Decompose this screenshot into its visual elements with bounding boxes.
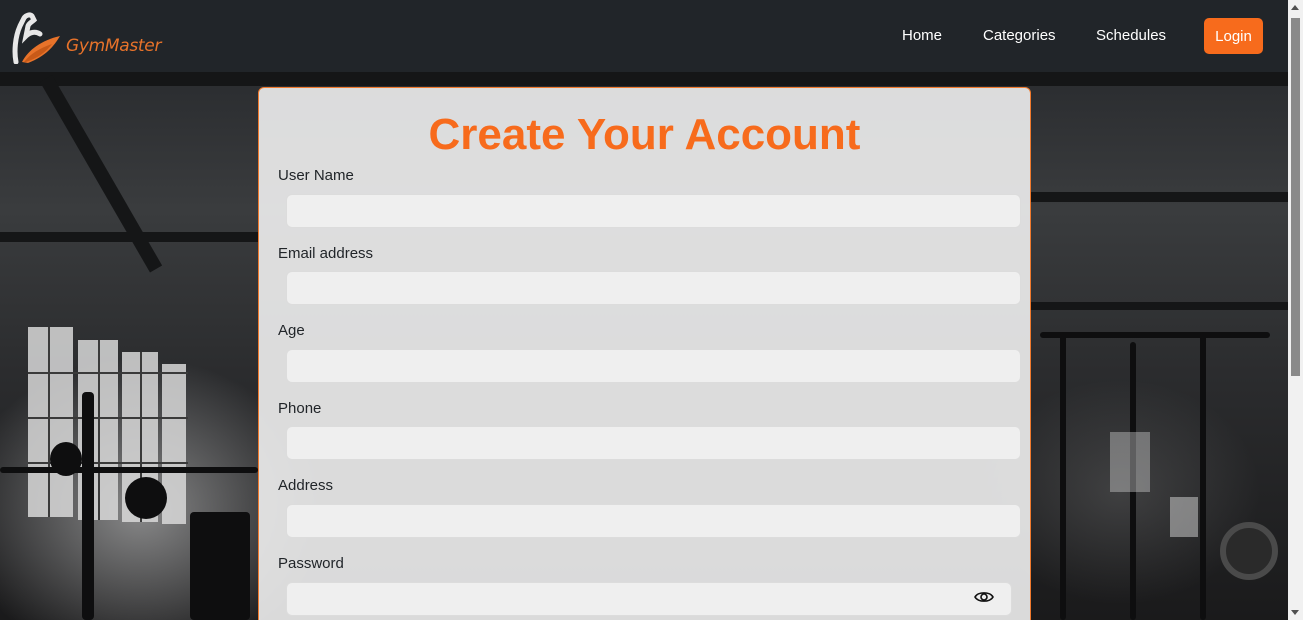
login-button[interactable]: Login — [1204, 18, 1263, 54]
username-label: User Name — [278, 167, 354, 184]
age-input[interactable] — [286, 349, 1021, 383]
nav-categories-link[interactable]: Categories — [983, 27, 1056, 44]
eye-icon[interactable] — [973, 588, 995, 606]
phone-label: Phone — [278, 400, 322, 417]
page-title: Create Your Account — [428, 110, 861, 159]
address-input[interactable] — [286, 504, 1021, 538]
password-input[interactable] — [286, 582, 1012, 616]
scroll-up-arrow-icon[interactable] — [1291, 5, 1299, 10]
signup-card: Create Your Account User Name Email addr… — [258, 87, 1031, 620]
email-label: Email address — [278, 245, 374, 262]
navbar: GymMaster Home Categories Schedules Logi… — [0, 0, 1288, 72]
scroll-thumb[interactable] — [1291, 18, 1300, 376]
email-input[interactable] — [286, 271, 1021, 305]
nav-home-link[interactable]: Home — [902, 27, 942, 44]
brand-logo[interactable]: GymMaster — [12, 12, 161, 64]
flexed-arm-icon — [12, 12, 60, 64]
brand-name: GymMaster — [66, 36, 162, 56]
page-scrollbar[interactable] — [1288, 0, 1303, 620]
address-label: Address — [278, 477, 334, 494]
phone-input[interactable] — [286, 426, 1021, 460]
scroll-down-arrow-icon[interactable] — [1291, 610, 1299, 615]
nav-schedules-link[interactable]: Schedules — [1096, 27, 1166, 44]
username-input[interactable] — [286, 194, 1021, 228]
password-label: Password — [278, 555, 344, 572]
age-label: Age — [278, 322, 305, 339]
